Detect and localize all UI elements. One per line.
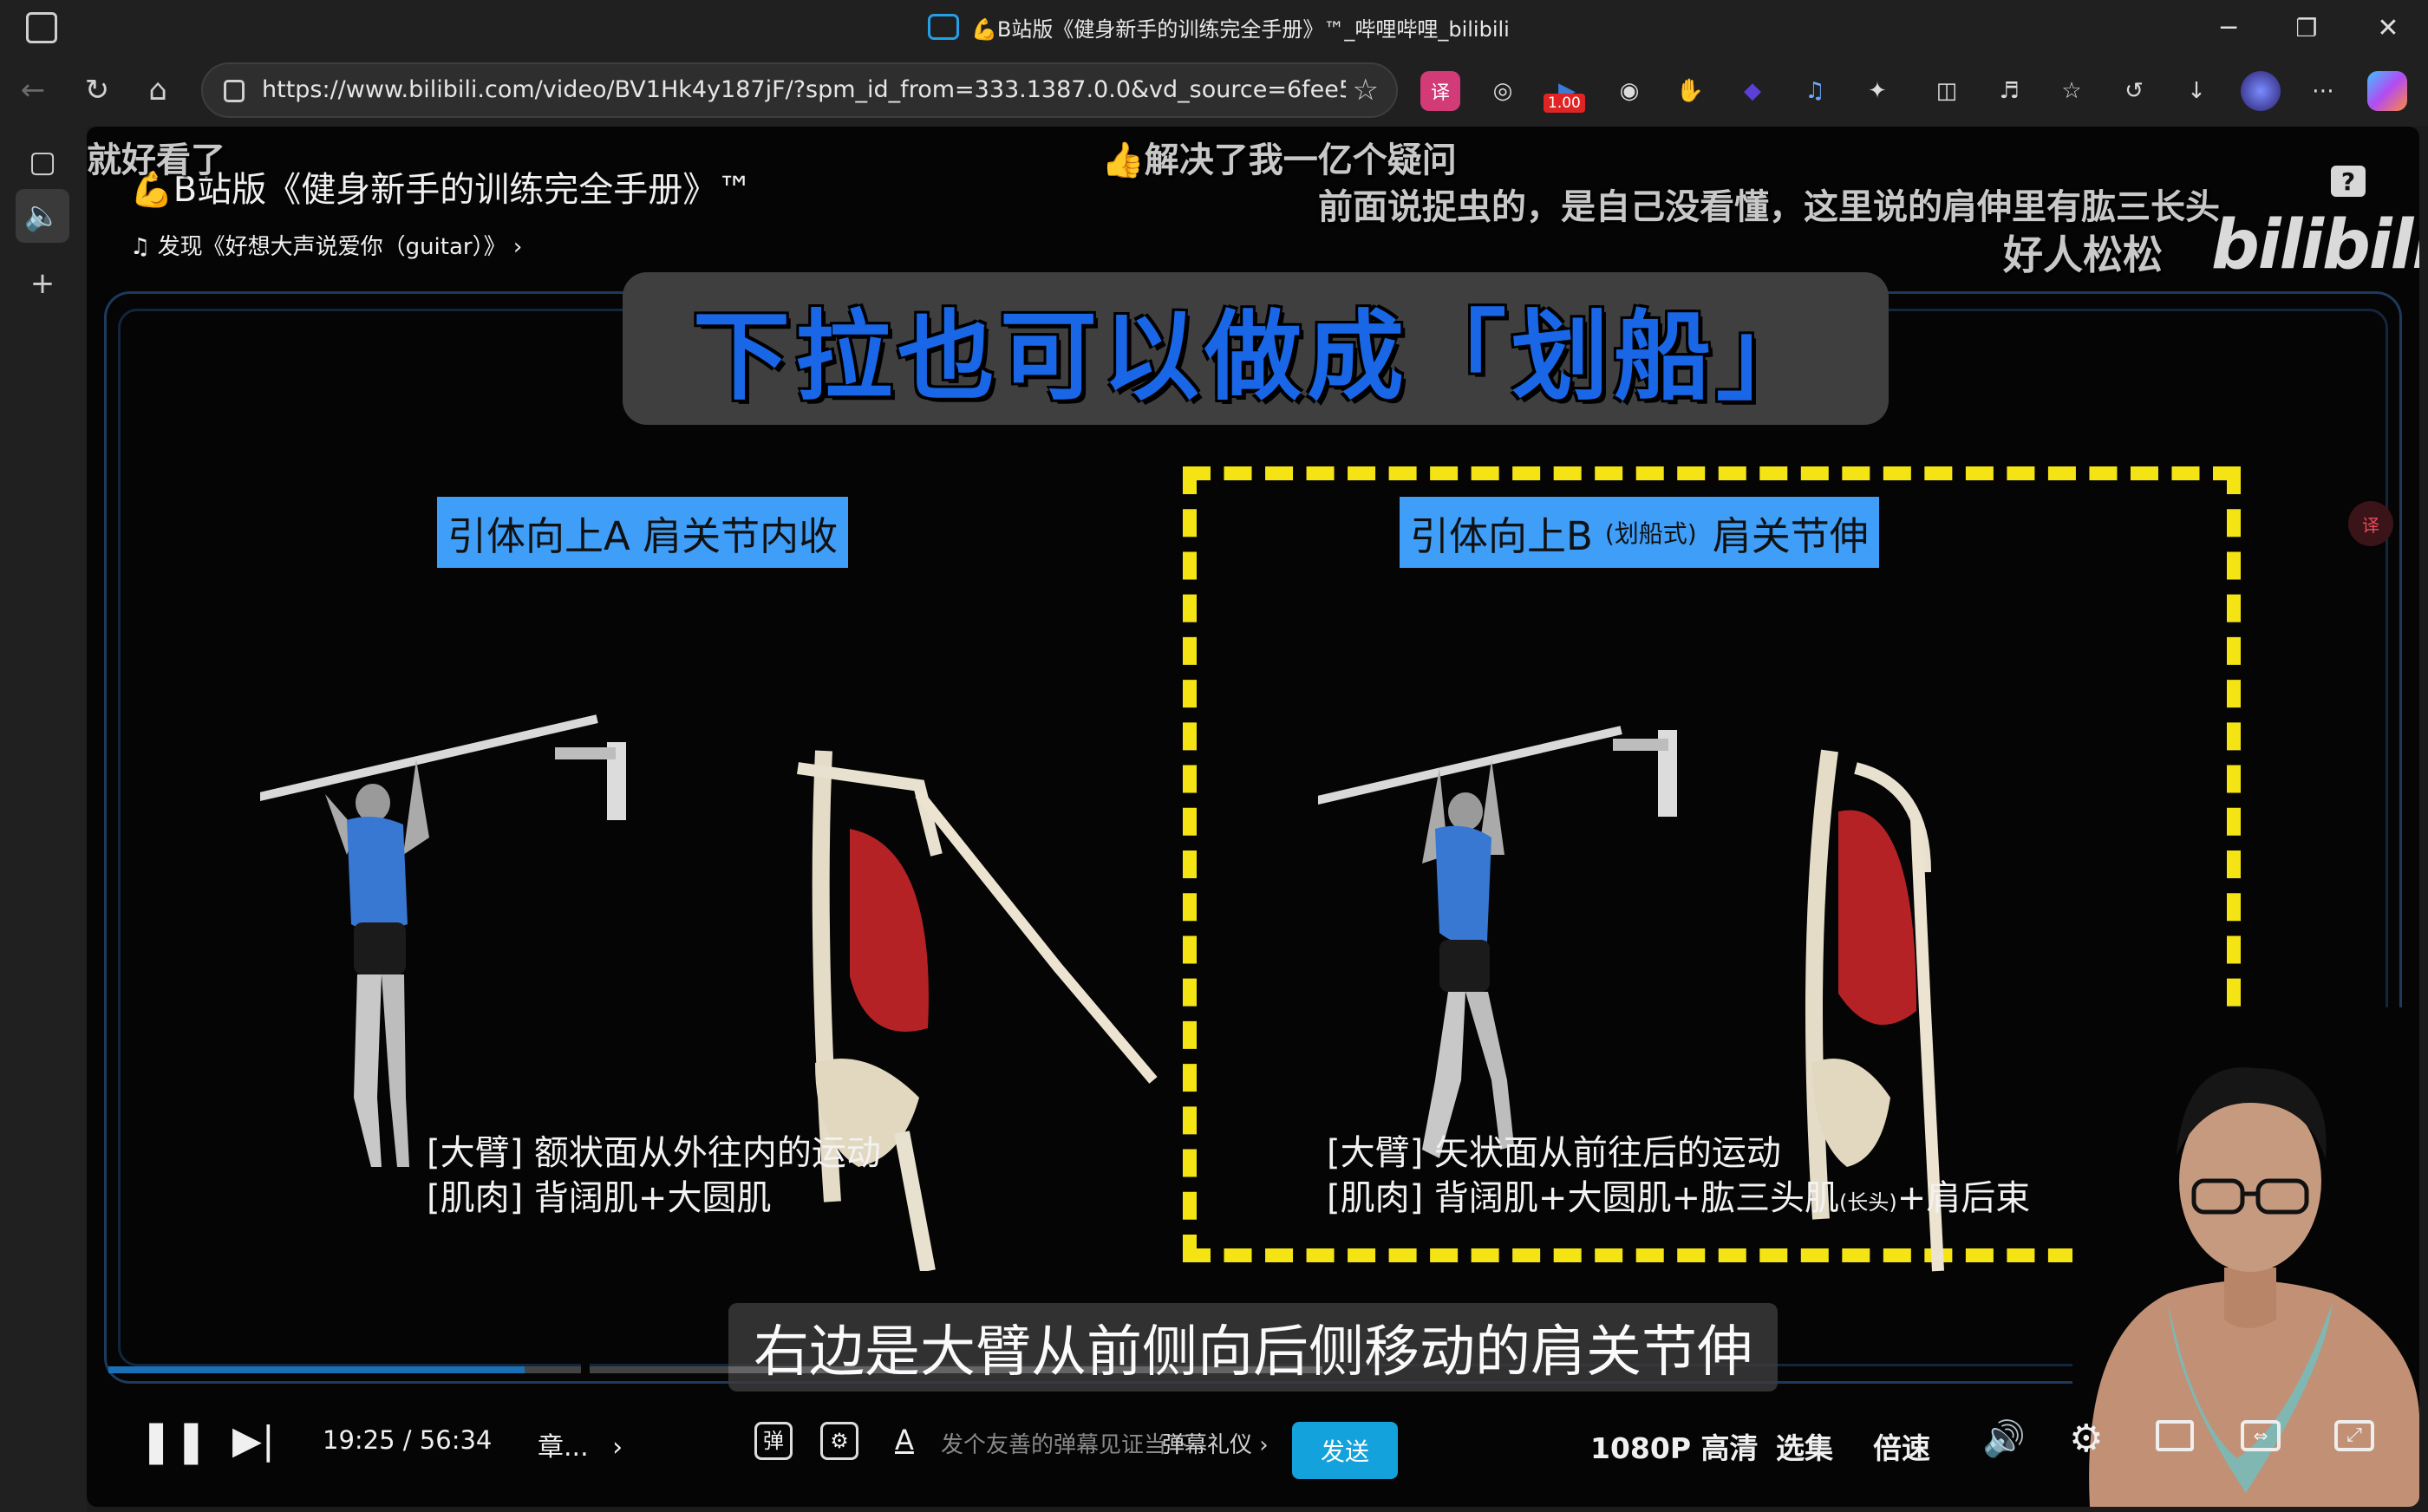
translate-extension-icon[interactable]: 译 <box>1420 71 1460 111</box>
minimize-button[interactable]: ─ <box>2203 7 2255 49</box>
translate-float-icon[interactable]: 译 <box>2348 501 2393 546</box>
back-icon[interactable]: ← <box>10 68 55 113</box>
speed-badge: 1.00 <box>1544 94 1585 113</box>
pause-icon[interactable]: ❚❚ <box>139 1417 208 1465</box>
danmaku-toggle-icon[interactable]: 弹 <box>754 1422 793 1460</box>
panel-b-caption-muscle-tail: +肩后束 <box>1896 1178 2031 1218</box>
more-menu-icon[interactable]: ⋯ <box>2303 71 2343 111</box>
time-current: 19:25 <box>323 1425 395 1455</box>
panel-b-caption-muscle-small: (长头) <box>1838 1190 1897 1215</box>
panel-b-label-main: 引体向上B <box>1410 512 1593 559</box>
chapter-label: 章... <box>538 1432 589 1463</box>
new-tab-icon[interactable]: + <box>16 257 69 310</box>
player-controls: ❚❚ ▶| 19:25 / 56:34 章... › 弹 ⚙ A 发个友善的弹幕… <box>87 1392 2419 1507</box>
video-player[interactable]: 💪B站版《健身新手的训练完全手册》™ ♫ 发现《好想大声说爱你（guitar）》… <box>87 127 2419 1507</box>
split-screen-icon[interactable]: ◫ <box>1927 71 1967 111</box>
panel-b-label-tail: 肩关节伸 <box>1712 512 1869 559</box>
spy-extension-icon[interactable]: ◉ <box>1609 71 1649 111</box>
refresh-icon[interactable]: ↻ <box>75 68 120 113</box>
danmaku-input[interactable]: 发个友善的弹幕见证当下 <box>941 1427 1189 1459</box>
anatomy-skeleton-a <box>797 750 1158 1271</box>
chapter-arrow-icon: › <box>612 1432 623 1463</box>
browser-toolbar: ← ↻ ⌂ https://www.bilibili.com/video/BV1… <box>0 55 2428 127</box>
widescreen-icon[interactable]: ⇔ <box>2241 1420 2281 1451</box>
panel-b-label-small: (划船式) <box>1604 519 1697 548</box>
video-subtitle: 右边是大臂从前侧向后侧移动的肩关节伸 <box>728 1303 1778 1391</box>
picture-in-picture-icon[interactable] <box>2156 1420 2194 1451</box>
danmaku-etiquette-link[interactable]: 弹幕礼仪 › <box>1162 1427 1269 1459</box>
bilibili-tab-icon <box>928 14 959 40</box>
pullup-bar-b <box>1318 726 1677 817</box>
progress-bar[interactable] <box>108 1366 1322 1373</box>
url-text[interactable]: https://www.bilibili.com/video/BV1Hk4y18… <box>262 76 1346 103</box>
help-icon[interactable]: ? <box>2331 166 2366 197</box>
music-extension-icon[interactable]: ♫ <box>1795 71 1835 111</box>
time-separator: / <box>402 1425 412 1455</box>
panel-a-caption-arm: [大臂] 额状面从外往内的运动 <box>427 1133 881 1173</box>
active-tab-audio-icon[interactable]: 🔈 <box>16 189 69 243</box>
settings-gear-icon[interactable]: ⚙ <box>2069 1417 2103 1461</box>
headline-text: 下拉也可以做成「划船」 <box>693 301 1818 414</box>
window-titlebar: 💪B站版《健身新手的训练完全手册》™_哔哩哔哩_bilibili ─ ❐ ✕ <box>0 0 2428 55</box>
web-fullscreen-icon[interactable]: ⤢ <box>2334 1420 2374 1451</box>
downloads-icon[interactable]: ↓ <box>2177 71 2216 111</box>
next-episode-icon[interactable]: ▶| <box>232 1418 275 1463</box>
close-button[interactable]: ✕ <box>2362 7 2414 49</box>
headline-banner: 下拉也可以做成「划船」 <box>623 272 1889 425</box>
panel-b-label: 引体向上B (划船式) 肩关节伸 <box>1400 497 1879 568</box>
speed-button[interactable]: 倍速 <box>1873 1425 1930 1467</box>
panel-b-caption-muscle-main: [肌肉] 背阔肌+大圆肌+肱三头肌 <box>1327 1178 1839 1218</box>
athlete-figure-b <box>1422 759 1514 1158</box>
favorite-star-icon[interactable]: ☆ <box>1353 73 1379 108</box>
episodes-button[interactable]: 选集 <box>1776 1425 1833 1467</box>
address-bar[interactable]: https://www.bilibili.com/video/BV1Hk4y18… <box>201 62 1398 118</box>
site-info-icon[interactable] <box>224 80 245 102</box>
panel-b-caption-muscle: [肌肉] 背阔肌+大圆肌+肱三头肌(长头)+肩后束 <box>1327 1176 2030 1225</box>
profile-avatar[interactable] <box>2241 71 2281 111</box>
music-link[interactable]: ♫ 发现《好想大声说爱你（guitar）》 › <box>130 229 522 261</box>
time-total: 56:34 <box>419 1425 493 1455</box>
favorites-icon[interactable]: ☆ <box>2052 71 2092 111</box>
quality-button[interactable]: 1080P 高清 <box>1590 1425 1759 1467</box>
athlete-figure-a <box>325 759 429 1167</box>
history-icon[interactable]: ↺ <box>2114 71 2154 111</box>
danmaku-comment: 👍解决了我一亿个疑问 <box>1101 140 1457 180</box>
chapter-marker <box>581 1363 590 1377</box>
volume-icon[interactable]: 🔊 <box>1982 1418 2026 1459</box>
workspaces-icon[interactable] <box>26 12 57 43</box>
chapter-button[interactable]: 章... › <box>538 1425 623 1463</box>
danmaku-comment: 前面说捉虫的，是自己没看懂，这里说的肩伸里有肱三长头 <box>1318 187 2220 227</box>
copilot-icon[interactable] <box>2367 71 2407 111</box>
panel-a-caption-muscle: [肌肉] 背阔肌+大圆肌 <box>427 1178 772 1218</box>
restore-button[interactable]: ❐ <box>2281 7 2333 49</box>
vertical-tab-rail: ▢ 🔈 + <box>0 127 87 1512</box>
send-danmaku-button[interactable]: 发送 <box>1292 1422 1398 1479</box>
danmaku-style-icon[interactable]: A <box>895 1424 914 1457</box>
pullup-bar-a <box>260 714 626 820</box>
window-title: 💪B站版《健身新手的训练完全手册》™_哔哩哔哩_bilibili <box>971 17 1510 42</box>
time-display: 19:25 / 56:34 <box>323 1425 492 1455</box>
home-icon[interactable]: ⌂ <box>135 68 180 113</box>
panel-a-label: 引体向上A 肩关节内收 <box>437 497 849 568</box>
read-aloud-icon[interactable]: ♬ <box>1989 71 2029 111</box>
bilibili-watermark: bilibili <box>2211 206 2419 284</box>
glasses-extension-icon[interactable]: ◎ <box>1483 71 1523 111</box>
danmaku-comment: 就好看了 <box>87 140 225 180</box>
danmaku-comment: 好人松松 <box>2003 231 2163 278</box>
extensions-icon[interactable]: ✦ <box>1857 71 1897 111</box>
progress-fill <box>108 1366 525 1373</box>
cube-extension-icon[interactable]: ◆ <box>1733 71 1772 111</box>
tab-actions-icon[interactable]: ▢ <box>16 135 69 189</box>
panel-b-caption-arm: [大臂] 矢状面从前往后的运动 <box>1327 1133 1781 1173</box>
danmaku-settings-icon[interactable]: ⚙ <box>820 1422 858 1460</box>
hand-extension-icon[interactable]: ✋ <box>1670 71 1710 111</box>
